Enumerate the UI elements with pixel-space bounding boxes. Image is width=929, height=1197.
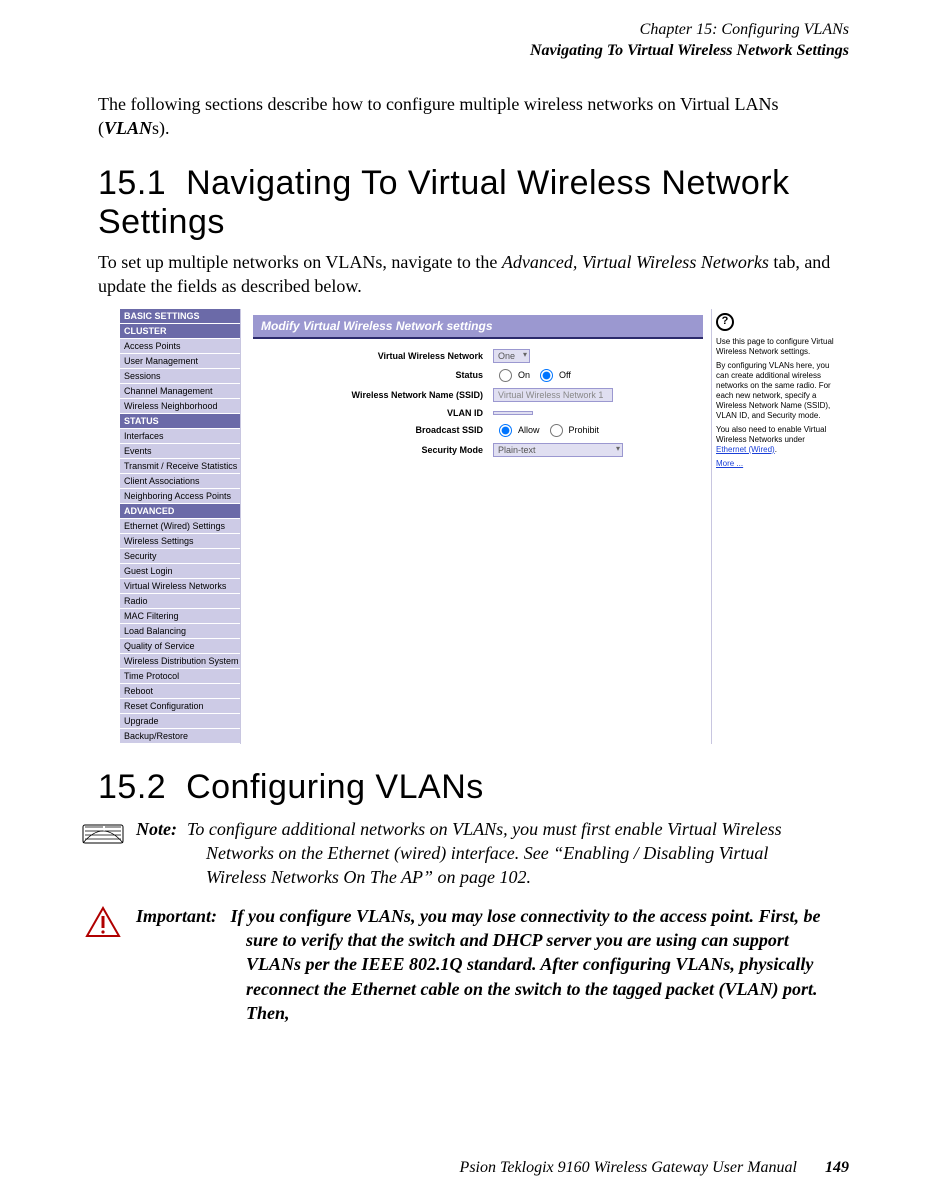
sidebar-item-advanced-10[interactable]: Time Protocol <box>120 669 240 684</box>
sidebar-header-advanced[interactable]: ADVANCED <box>120 504 240 519</box>
label-vwn: Virtual Wireless Network <box>253 351 493 361</box>
security-select[interactable]: Plain-text <box>493 443 623 457</box>
sidebar-header-status[interactable]: STATUS <box>120 414 240 429</box>
s1-body-a: To set up multiple networks on VLANs, na… <box>98 252 502 272</box>
sidebar-item-status-0[interactable]: Interfaces <box>120 429 240 444</box>
sidebar-item-cluster-4[interactable]: Wireless Neighborhood <box>120 399 240 414</box>
label-ssid: Wireless Network Name (SSID) <box>253 390 493 400</box>
sidebar-item-advanced-2[interactable]: Security <box>120 549 240 564</box>
label-vlanid: VLAN ID <box>253 408 493 418</box>
help-p3: You also need to enable Virtual Wireless… <box>716 425 836 455</box>
note-body: To configure additional networks on VLAN… <box>187 819 782 888</box>
intro-text-a: The following sections describe how to c… <box>98 94 778 138</box>
sidebar-item-cluster-1[interactable]: User Management <box>120 354 240 369</box>
footer-page-number: 149 <box>825 1159 849 1176</box>
main-title-bar: Modify Virtual Wireless Network settings <box>253 315 703 337</box>
sidebar-item-advanced-6[interactable]: MAC Filtering <box>120 609 240 624</box>
sidebar-item-advanced-9[interactable]: Wireless Distribution System <box>120 654 240 669</box>
sidebar-item-cluster-2[interactable]: Sessions <box>120 369 240 384</box>
main-panel: Modify Virtual Wireless Network settings… <box>241 309 711 744</box>
label-broadcast: Broadcast SSID <box>253 425 493 435</box>
note-label: Note: <box>136 819 177 839</box>
status-off-text: Off <box>559 370 571 380</box>
sidebar-item-advanced-1[interactable]: Wireless Settings <box>120 534 240 549</box>
label-status: Status <box>253 370 493 380</box>
footer: Psion Teklogix 9160 Wireless Gateway Use… <box>460 1159 849 1177</box>
header-section: Navigating To Virtual Wireless Network S… <box>80 41 849 62</box>
sidebar-item-advanced-4[interactable]: Virtual Wireless Networks <box>120 579 240 594</box>
important-label: Important: <box>136 906 217 926</box>
sidebar: BASIC SETTINGS CLUSTER Access PointsUser… <box>120 309 241 744</box>
sidebar-item-advanced-0[interactable]: Ethernet (Wired) Settings <box>120 519 240 534</box>
s1-body-em: Advanced, Virtual Wireless Networks <box>502 252 769 272</box>
sidebar-item-advanced-5[interactable]: Radio <box>120 594 240 609</box>
help-icon: ? <box>716 313 734 331</box>
section-15-2-num: 15.2 <box>98 768 166 806</box>
running-header: Chapter 15: Configuring VLANs Navigating… <box>80 20 849 62</box>
main-title-underline <box>253 337 703 339</box>
sidebar-item-cluster-0[interactable]: Access Points <box>120 339 240 354</box>
intro-text-b: s). <box>152 118 170 138</box>
note-icon <box>80 817 126 847</box>
help-p3a: You also need to enable Virtual Wireless… <box>716 425 826 444</box>
sidebar-item-advanced-13[interactable]: Upgrade <box>120 714 240 729</box>
sidebar-header-basic[interactable]: BASIC SETTINGS <box>120 309 240 324</box>
sidebar-item-advanced-11[interactable]: Reboot <box>120 684 240 699</box>
sidebar-item-status-4[interactable]: Neighboring Access Points <box>120 489 240 504</box>
intro-vlan-em: VLAN <box>104 118 152 138</box>
sidebar-item-cluster-3[interactable]: Channel Management <box>120 384 240 399</box>
sidebar-item-advanced-12[interactable]: Reset Configuration <box>120 699 240 714</box>
section-15-1-num: 15.1 <box>98 164 166 202</box>
status-on-radio[interactable] <box>499 369 512 382</box>
ssid-input[interactable]: Virtual Wireless Network 1 <box>493 388 613 402</box>
broadcast-allow-text: Allow <box>518 425 540 435</box>
header-chapter: Chapter 15: Configuring VLANs <box>80 20 849 41</box>
status-off-radio[interactable] <box>540 369 553 382</box>
broadcast-prohibit-radio[interactable] <box>550 424 563 437</box>
sidebar-header-cluster[interactable]: CLUSTER <box>120 324 240 339</box>
help-panel: ? Use this page to configure Virtual Wir… <box>711 309 840 744</box>
broadcast-allow-radio[interactable] <box>499 424 512 437</box>
help-p1: Use this page to configure Virtual Wirel… <box>716 337 836 357</box>
help-p2: By configuring VLANs here, you can creat… <box>716 361 836 421</box>
ui-screenshot-figure: BASIC SETTINGS CLUSTER Access PointsUser… <box>120 309 840 744</box>
vlanid-input[interactable] <box>493 411 533 415</box>
section-15-1-name: Navigating To Virtual Wireless Network S… <box>98 164 790 241</box>
help-p3b: . <box>775 445 777 454</box>
important-body: If you configure VLANs, you may lose con… <box>231 906 821 1023</box>
section-15-1-body: To set up multiple networks on VLANs, na… <box>98 250 831 299</box>
vwn-select[interactable]: One <box>493 349 530 363</box>
section-15-1-title: 15.1 Navigating To Virtual Wireless Netw… <box>98 164 849 242</box>
label-security: Security Mode <box>253 445 493 455</box>
note-block: Note: To configure additional networks on… <box>80 817 849 890</box>
sidebar-item-advanced-14[interactable]: Backup/Restore <box>120 729 240 744</box>
important-icon <box>80 904 126 938</box>
sidebar-item-advanced-7[interactable]: Load Balancing <box>120 624 240 639</box>
sidebar-item-advanced-3[interactable]: Guest Login <box>120 564 240 579</box>
footer-text: Psion Teklogix 9160 Wireless Gateway Use… <box>460 1159 797 1176</box>
help-more-link[interactable]: More ... <box>716 459 743 468</box>
help-ethernet-link[interactable]: Ethernet (Wired) <box>716 445 775 454</box>
section-15-2-title: 15.2 Configuring VLANs <box>98 768 849 807</box>
sidebar-item-status-3[interactable]: Client Associations <box>120 474 240 489</box>
sidebar-item-advanced-8[interactable]: Quality of Service <box>120 639 240 654</box>
important-block: Important: If you configure VLANs, you m… <box>80 904 849 1025</box>
sidebar-item-status-2[interactable]: Transmit / Receive Statistics <box>120 459 240 474</box>
intro-paragraph: The following sections describe how to c… <box>98 92 831 141</box>
sidebar-item-status-1[interactable]: Events <box>120 444 240 459</box>
broadcast-prohibit-text: Prohibit <box>569 425 600 435</box>
section-15-2-name: Configuring VLANs <box>186 768 484 806</box>
status-on-text: On <box>518 370 530 380</box>
